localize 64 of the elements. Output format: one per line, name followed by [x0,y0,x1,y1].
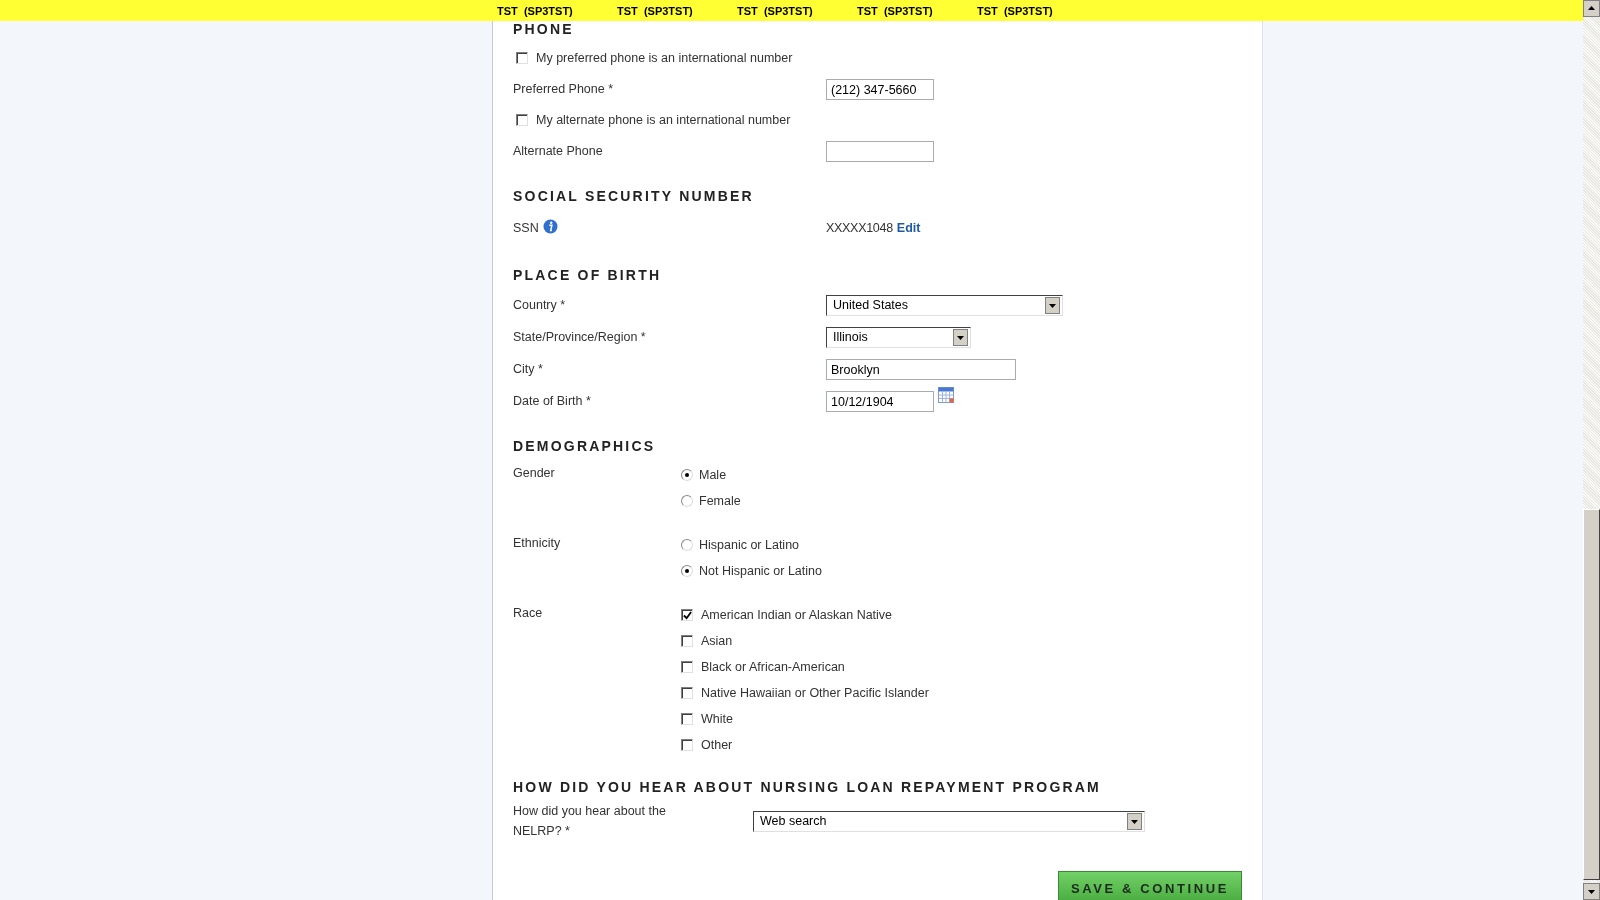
section-heading: DEMOGRAPHICS [513,438,657,454]
checkbox[interactable] [681,635,693,647]
section-heading: PHONE [513,21,575,37]
radio-button[interactable] [681,565,693,577]
checkbox[interactable] [681,687,693,699]
field-label: Alternate Phone [513,144,603,158]
input-field[interactable] [826,140,934,162]
option-label: Not Hispanic or Latino [699,564,822,578]
edit-link[interactable]: Edit [896,221,921,235]
option-label: Female [699,494,741,508]
checkbox[interactable] [516,114,528,126]
scrollbar-thumb[interactable] [1583,509,1600,880]
checkbox[interactable] [516,52,528,64]
environment-label: TST (SP3TST) [497,4,574,17]
field-label: Ethnicity [513,535,562,550]
field-label: Date of Birth * [513,394,591,408]
checkbox-label: My preferred phone is an international number [536,51,793,65]
scroll-up-icon[interactable] [1583,0,1600,17]
option-label: Male [699,468,727,482]
field-label: How did you hear about the NELRP? * [513,803,667,840]
section-heading: PLACE OF BIRTH [513,267,663,283]
option-label: Other [701,738,733,752]
field-label: SSN [513,221,539,235]
section-heading: SOCIAL SECURITY NUMBER [513,188,755,204]
calendar-icon[interactable] [938,386,954,403]
dropdown-field[interactable]: United States [826,294,1063,316]
radio-button[interactable] [681,469,693,481]
checkbox-label: My alternate phone is an international number [536,113,791,127]
field-label: Race [513,605,544,620]
input-field[interactable]: Brooklyn [826,358,1016,380]
checkbox[interactable] [681,609,693,621]
environment-label: TST (SP3TST) [617,4,694,17]
field-label: State/Province/Region * [513,330,646,344]
option-label: Black or African-American [701,660,845,674]
date-field[interactable]: 10/12/1904 [826,390,934,412]
field-label: City * [513,362,543,376]
input-field[interactable]: (212) 347-5660 [826,78,934,100]
save-and-continue-button[interactable]: SAVE & CONTINUE [1058,871,1242,900]
caret-icon [953,328,968,346]
option-label: Native Hawaiian or Other Pacific Islander [701,686,929,700]
ssn-value: XXXXX1048 [826,221,893,235]
info-icon[interactable] [542,218,558,234]
checkbox[interactable] [681,713,693,725]
option-label: Hispanic or Latino [699,538,800,552]
checkbox[interactable] [681,661,693,673]
field-label: Country * [513,298,566,312]
dropdown-field[interactable]: Illinois [826,326,971,348]
option-label: American Indian or Alaskan Native [701,608,893,622]
field-label: Gender [513,465,556,480]
environment-label: TST (SP3TST) [977,4,1054,17]
caret-icon [1127,812,1142,830]
radio-button[interactable] [681,495,693,507]
field-label: Preferred Phone * [513,82,614,96]
scrollbar[interactable] [1583,0,1600,900]
scroll-down-icon[interactable] [1583,883,1600,900]
caret-icon [1045,296,1060,314]
option-label: White [701,712,733,726]
checkbox[interactable] [681,739,693,751]
environment-label: TST (SP3TST) [737,4,814,17]
section-heading: HOW DID YOU HEAR ABOUT NURSING LOAN REPAYMENT PROGRAM [513,779,1102,795]
option-label: Asian [701,634,733,648]
radio-button[interactable] [681,539,693,551]
dropdown-field[interactable]: Web search [753,810,1145,832]
environment-label: TST (SP3TST) [857,4,934,17]
